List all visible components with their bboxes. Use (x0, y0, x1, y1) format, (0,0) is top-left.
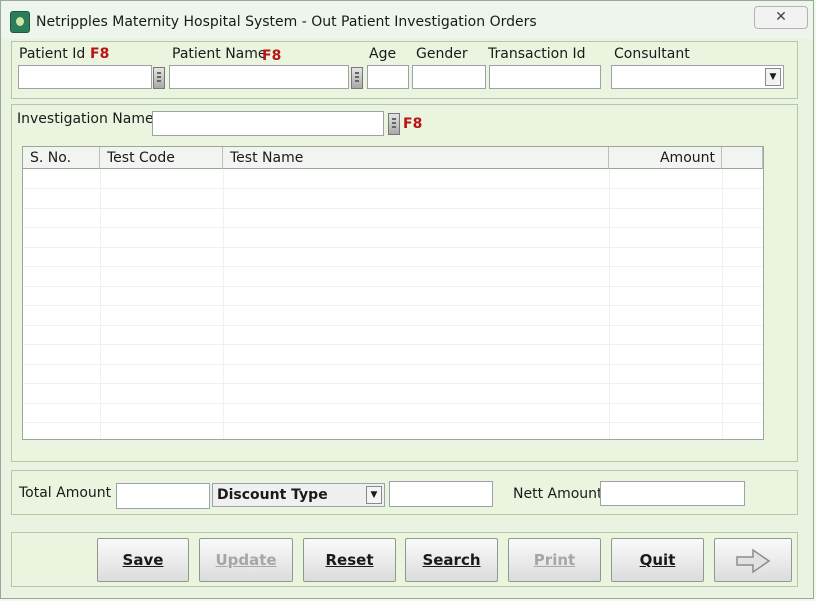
grid-row-line (23, 344, 763, 345)
close-icon: ✕ (775, 9, 787, 25)
grid-column-line (223, 169, 224, 439)
save-button[interactable]: Save (97, 538, 189, 582)
reset-button[interactable]: Reset (303, 538, 396, 582)
grid-row-line (23, 285, 763, 287)
column-header-test-code[interactable]: Test Code (100, 147, 223, 169)
column-header-test-name[interactable]: Test Name (223, 147, 609, 169)
column-header-sno[interactable]: S. No. (23, 147, 100, 169)
grid-column-line (722, 169, 723, 439)
patient-name-label: Patient Name (172, 46, 267, 62)
close-button[interactable]: ✕ (754, 6, 808, 29)
grid-row-line (23, 188, 763, 189)
patient-id-hotkey: F8 (90, 46, 110, 62)
gender-label: Gender (416, 46, 468, 62)
age-field[interactable] (367, 65, 409, 89)
grid-row-line (23, 246, 763, 248)
grid-row-line (23, 363, 763, 365)
quit-button[interactable]: Quit (611, 538, 704, 582)
investigation-lookup-icon[interactable] (388, 113, 400, 135)
patient-id-field[interactable] (18, 65, 152, 89)
right-arrow-icon (736, 548, 771, 574)
patient-name-lookup-icon[interactable] (351, 67, 363, 89)
patient-id-lookup-icon[interactable] (153, 67, 165, 89)
patient-id-label: Patient Id (19, 46, 86, 62)
grid-row-line (23, 441, 763, 443)
update-button[interactable]: Update (199, 538, 293, 582)
discount-type-select[interactable]: Discount Type (212, 483, 385, 507)
nett-amount-label: Nett Amount (513, 486, 603, 502)
grid-row-line (23, 227, 763, 228)
consultant-label: Consultant (614, 46, 690, 62)
grid-row-line (23, 305, 763, 306)
grid-row-line (23, 422, 763, 423)
next-button[interactable] (714, 538, 792, 582)
consultant-dropdown-icon[interactable]: ▼ (765, 68, 781, 86)
transaction-id-field[interactable] (489, 65, 601, 89)
investigation-grid[interactable]: S. No. Test Code Test Name Amount (22, 146, 764, 443)
grid-column-line (609, 169, 610, 439)
grid-row-line (23, 324, 763, 326)
print-button[interactable]: Print (508, 538, 601, 582)
patient-name-hotkey: F8 (262, 48, 282, 64)
search-button[interactable]: Search (405, 538, 498, 582)
discount-dropdown-icon[interactable]: ▼ (366, 486, 382, 504)
grid-row-line (23, 266, 763, 267)
nett-amount-field[interactable] (600, 481, 745, 506)
discount-value-field[interactable] (389, 481, 493, 507)
grid-column-line (100, 169, 101, 439)
age-label: Age (369, 46, 397, 62)
investigation-name-label: Investigation Name (17, 111, 154, 127)
consultant-select[interactable] (611, 65, 784, 89)
grid-row-line (23, 402, 763, 404)
patient-name-field[interactable] (169, 65, 349, 89)
window-title: Netripples Maternity Hospital System - O… (36, 14, 537, 30)
total-amount-field[interactable] (116, 483, 210, 509)
investigation-name-field[interactable] (152, 111, 384, 136)
investigation-hotkey: F8 (403, 116, 423, 132)
gender-field[interactable] (412, 65, 486, 89)
column-header-amount[interactable]: Amount (609, 147, 722, 169)
total-amount-label: Total Amount (19, 485, 112, 501)
transaction-id-label: Transaction Id (488, 46, 586, 62)
app-logo-icon (10, 11, 30, 33)
column-header-filler (722, 147, 763, 169)
grid-row-line (23, 383, 763, 384)
discount-type-value: Discount Type (217, 487, 328, 503)
grid-row-line (23, 207, 763, 209)
